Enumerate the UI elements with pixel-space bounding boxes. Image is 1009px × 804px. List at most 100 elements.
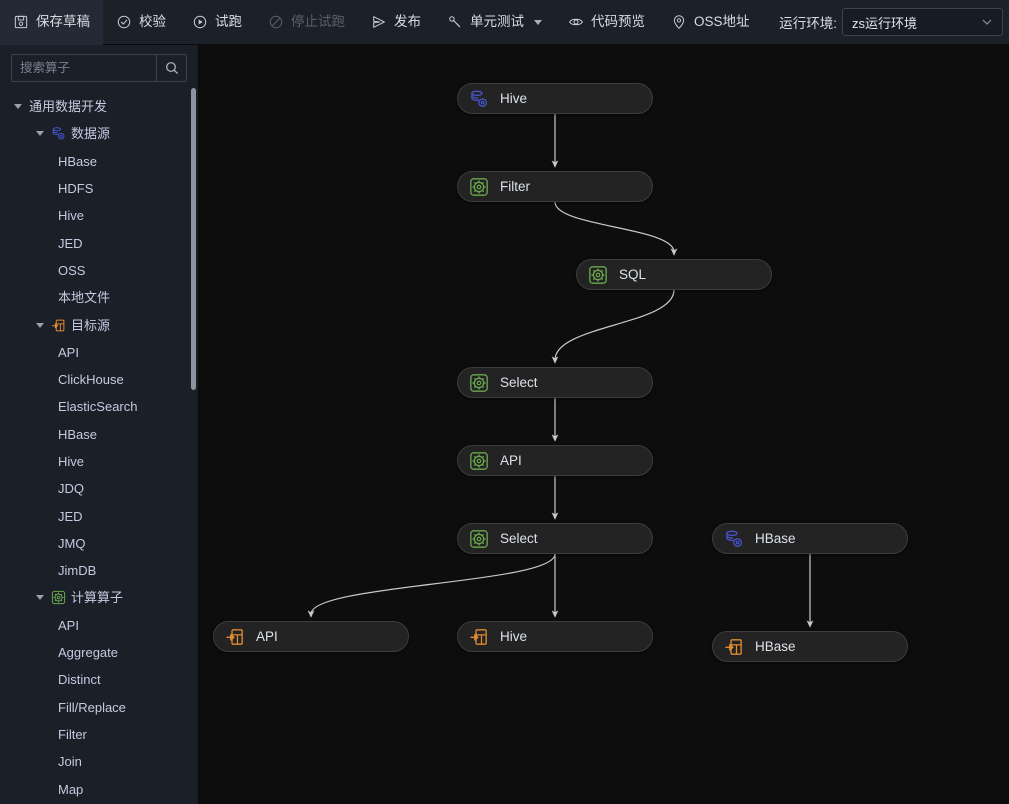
send-icon [371, 14, 387, 30]
compute-icon [589, 265, 607, 284]
flow-node-n1[interactable]: Hive [457, 83, 653, 114]
tree-item-label: API [58, 344, 79, 360]
toolbar-oss-address-button[interactable]: OSS地址 [658, 0, 763, 45]
database-icon [51, 126, 66, 141]
tree-item-tg-jdq[interactable]: JDQ [0, 475, 198, 502]
tree-item-label: 本地文件 [58, 290, 111, 306]
flow-node-n8[interactable]: API [213, 621, 409, 652]
tree-item-tg-jed[interactable]: JED [0, 502, 198, 529]
tree-item-cp-map[interactable]: Map [0, 775, 198, 802]
flow-node-label: Hive [500, 90, 528, 106]
flow-node-n6[interactable]: Select [457, 523, 653, 554]
sidebar-scrollbar-thumb[interactable] [191, 88, 196, 390]
tree-item-tg-jmq[interactable]: JMQ [0, 530, 198, 557]
tree-item-label: API [58, 617, 79, 633]
tree-item-ds-jed[interactable]: JED [0, 229, 198, 256]
play-circle-icon [192, 14, 208, 30]
eye-icon [568, 14, 584, 30]
caret-down-icon[interactable] [36, 131, 44, 137]
tree-item-tg-elasticsearch[interactable]: ElasticSearch [0, 393, 198, 420]
tree-item-ds-oss[interactable]: OSS [0, 257, 198, 284]
toolbar-validate-button[interactable]: 校验 [103, 0, 179, 45]
toolbar-save-draft-button[interactable]: 保存草稿 [0, 0, 103, 45]
toolbar-publish-button[interactable]: 发布 [358, 0, 434, 45]
target-icon [469, 627, 489, 647]
tree-item-label: JED [58, 508, 83, 524]
tree-item-ds-hive[interactable]: Hive [0, 202, 198, 229]
caret-down-icon[interactable] [36, 322, 44, 328]
tree-item-cp-join[interactable]: Join [0, 748, 198, 775]
flow-node-label: HBase [755, 638, 796, 654]
search-input[interactable] [12, 55, 156, 81]
search-button[interactable] [156, 55, 186, 81]
flow-node-n7[interactable]: HBase [712, 523, 908, 554]
stop-circle-icon [269, 15, 283, 29]
tree-item-cp-aggregate[interactable]: Aggregate [0, 639, 198, 666]
tree-item-compute-group[interactable]: 计算算子 [0, 584, 198, 611]
tree-item-label: HBase [58, 426, 98, 442]
save-icon [13, 14, 29, 30]
compute-icon [470, 529, 488, 548]
tree-item-tg-clickhouse[interactable]: ClickHouse [0, 366, 198, 393]
caret-down-icon[interactable] [36, 595, 44, 601]
tree-item-label: OSS [58, 262, 86, 278]
toolbar-publish-label: 发布 [394, 14, 421, 30]
tree-item-general-data-dev[interactable]: 通用数据开发 [0, 93, 198, 120]
compute-icon [470, 373, 488, 392]
run-environment-label: 运行环境: [779, 16, 837, 31]
tree-item-target-group[interactable]: 目标源 [0, 311, 198, 338]
tree-item-cp-fill-replace[interactable]: Fill/Replace [0, 694, 198, 721]
flow-node-n10[interactable]: HBase [712, 631, 908, 662]
flow-node-n3[interactable]: SQL [576, 259, 772, 290]
flow-node-label: Hive [500, 628, 528, 644]
caret-down-icon[interactable] [14, 104, 22, 110]
database-icon [726, 530, 742, 547]
tree-item-ds-hdfs[interactable]: HDFS [0, 175, 198, 202]
tree-item-label: JDQ [58, 481, 84, 497]
tree-item-label: 计算算子 [71, 590, 124, 606]
tree-item-tg-hive[interactable]: Hive [0, 448, 198, 475]
toolbar-validate-label: 校验 [139, 14, 166, 30]
toolbar-actions: 保存草稿 校验 试跑 停止试跑 发布 单元测试 代码预览 OSS地址 [0, 0, 763, 45]
toolbar-unit-test-label: 单元测试 [470, 14, 524, 30]
tree-item-label: HBase [58, 153, 98, 169]
tree-item-datasource-group[interactable]: 数据源 [0, 120, 198, 147]
tree-item-tg-jimdb[interactable]: JimDB [0, 557, 198, 584]
flow-edges [307, 114, 814, 628]
tree-item-label: JMQ [58, 535, 86, 551]
flow-node-n4[interactable]: Select [457, 367, 653, 398]
tree-item-ds-hbase[interactable]: HBase [0, 148, 198, 175]
tree-item-label: Aggregate [58, 645, 118, 661]
target-icon [51, 318, 66, 333]
tree-item-label: Filter [58, 726, 87, 742]
workflow-editor: 保存草稿 校验 试跑 停止试跑 发布 单元测试 代码预览 OSS地址 运行环境: zs运行环境… [0, 0, 1009, 804]
tree-item-cp-distinct[interactable]: Distinct [0, 666, 198, 693]
flow-canvas[interactable]: Hive Filter SQL Select API Select HBase API Hive… [199, 45, 1009, 804]
toolbar-unit-test-button[interactable]: 单元测试 [434, 0, 555, 45]
tree-item-cp-filter[interactable]: Filter [0, 721, 198, 748]
target-icon [226, 628, 243, 645]
toolbar-stop-trial-label: 停止试跑 [291, 14, 345, 30]
map-pin-icon [671, 14, 687, 30]
tree-item-label: ClickHouse [58, 372, 124, 388]
tree-item-cp-api[interactable]: API [0, 612, 198, 639]
tree-item-tg-api[interactable]: API [0, 339, 198, 366]
run-environment-select[interactable]: zs运行环境 [842, 8, 1003, 36]
target-icon [225, 627, 245, 647]
flow-node-n5[interactable]: API [457, 445, 653, 476]
tree-item-label: 目标源 [71, 317, 111, 333]
tree-item-tg-hbase[interactable]: HBase [0, 421, 198, 448]
toolbar-stop-trial-button: 停止试跑 [255, 0, 358, 45]
tree-item-label: JED [58, 235, 83, 251]
tree-item-label: Hive [58, 454, 85, 469]
flow-node-n2[interactable]: Filter [457, 171, 653, 202]
tree-item-ds-local-file[interactable]: 本地文件 [0, 284, 198, 311]
tree-item-label: Fill/Replace [58, 699, 126, 715]
database-icon [471, 90, 487, 107]
toolbar-code-preview-button[interactable]: 代码预览 [555, 0, 658, 45]
toolbar-trial-run-button[interactable]: 试跑 [179, 0, 255, 45]
toolbar-code-preview-label: 代码预览 [591, 14, 645, 30]
search-box [11, 54, 187, 82]
flow-node-n9[interactable]: Hive [457, 621, 653, 652]
eye-icon [569, 18, 583, 26]
